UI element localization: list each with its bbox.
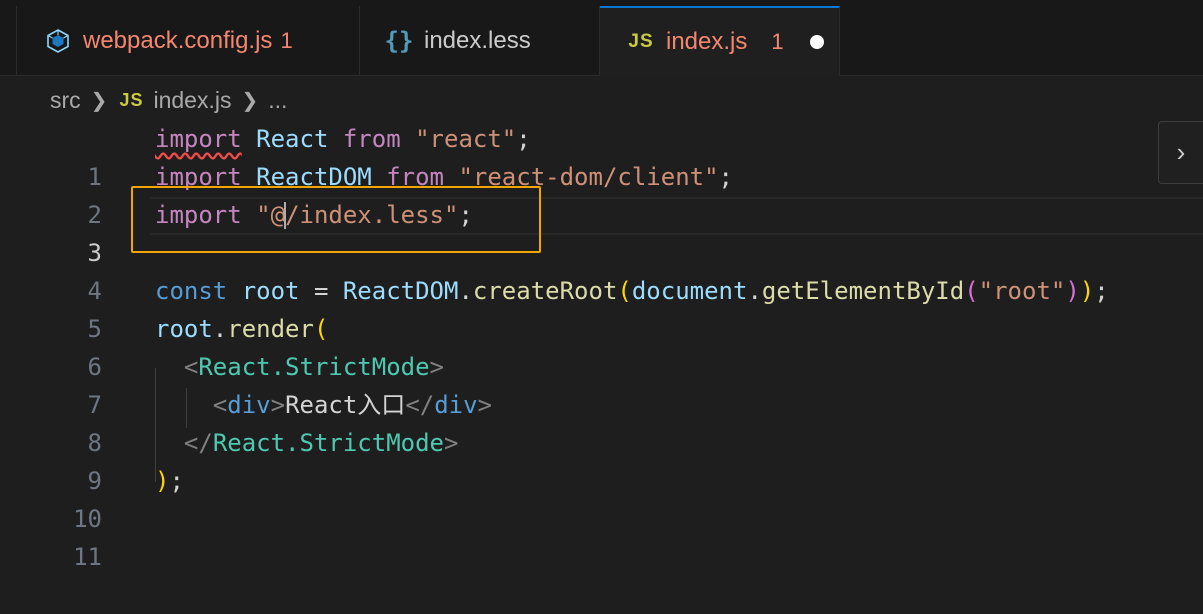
function-name: createRoot — [472, 277, 618, 305]
tab-label: index.less — [424, 26, 531, 54]
keyword: const — [155, 277, 228, 305]
chevron-right-icon[interactable]: › — [1158, 121, 1203, 184]
editor-tab-bar: webpack.config.js 1 {} index.less JS ind… — [0, 0, 1203, 76]
punctuation: ; — [169, 467, 184, 495]
line-number: 11 — [73, 543, 102, 571]
breadcrumb-symbols[interactable]: ... — [268, 87, 287, 114]
punctuation: . — [458, 277, 473, 305]
function-name: getElementById — [761, 277, 965, 305]
keyword: from — [342, 125, 401, 153]
breadcrumb-file[interactable]: index.js — [153, 87, 231, 114]
jsx-bracket: </ — [405, 391, 435, 419]
less-file-icon: {} — [384, 26, 414, 55]
tab-index-js[interactable]: JS index.js 1 — [600, 6, 840, 76]
jsx-bracket: > — [477, 391, 493, 419]
unsaved-dot-icon[interactable] — [809, 35, 824, 49]
jsx-bracket: < — [183, 353, 199, 381]
js-file-icon: JS — [119, 89, 144, 110]
bracket: ( — [313, 315, 329, 343]
jsx-component: React.StrictMode — [198, 353, 430, 381]
code-line[interactable]: 9 </React.StrictMode> — [0, 424, 1203, 495]
keyword: import — [155, 125, 242, 153]
code-line[interactable]: 1 import React from "react"; — [0, 120, 1203, 191]
code-line[interactable]: 5 const root = ReactDOM.createRoot(docum… — [0, 272, 1203, 343]
jsx-tag: div — [434, 391, 478, 419]
chevron-right-icon: ❯ — [90, 89, 108, 112]
tab-index-less[interactable]: {} index.less — [360, 6, 600, 75]
punctuation: . — [747, 277, 762, 305]
chevron-right-icon: ❯ — [241, 89, 259, 112]
identifier: React — [256, 125, 329, 153]
identifier: ReactDOM — [342, 277, 459, 305]
operator: = — [299, 277, 343, 305]
tab-label: index.js — [666, 28, 748, 55]
tab-webpack-config[interactable]: webpack.config.js 1 — [16, 6, 360, 75]
jsx-bracket: > — [429, 353, 444, 381]
breadcrumb-folder[interactable]: src — [50, 87, 81, 114]
identifier: root — [155, 315, 213, 343]
jsx-text: React入口 — [285, 391, 406, 419]
identifier: root — [241, 277, 300, 305]
jsx-bracket: > — [444, 429, 459, 457]
problem-count-badge: 1 — [280, 27, 293, 53]
jsx-tag: div — [227, 391, 271, 419]
bracket: ) — [155, 467, 170, 495]
breadcrumb: src ❯ JS index.js ❯ ... — [50, 83, 287, 117]
jsx-bracket: < — [212, 391, 228, 419]
code-line[interactable]: 6 root.render( — [0, 310, 1203, 381]
bracket: ( — [617, 277, 632, 305]
punctuation: ; — [1094, 277, 1109, 305]
punctuation: . — [212, 315, 228, 343]
webpack-icon — [47, 28, 69, 54]
js-file-icon: JS — [628, 31, 654, 52]
bracket: ) — [1079, 277, 1095, 305]
punctuation: ; — [516, 125, 531, 153]
code-editor[interactable]: 1 import React from "react"; 2 import Re… — [0, 120, 1203, 571]
function-name: render — [227, 315, 314, 343]
string: "react" — [415, 125, 517, 153]
punctuation: ; — [718, 163, 733, 191]
string: "root" — [978, 277, 1066, 305]
tab-label: webpack.config.js — [83, 26, 273, 54]
problem-count-badge: 1 — [771, 29, 784, 54]
jsx-bracket: </ — [183, 429, 213, 457]
annotation-highlight-box — [131, 186, 541, 253]
code-line[interactable]: 7 <React.StrictMode> — [0, 348, 1203, 419]
jsx-bracket: > — [270, 391, 286, 419]
code-line[interactable]: 10 ); — [0, 462, 1203, 533]
code-line[interactable]: 8 <div>React入口</div> — [0, 386, 1203, 457]
bracket: ( — [964, 277, 979, 305]
code-line[interactable]: 11 — [0, 500, 1203, 571]
jsx-component: React.StrictMode — [212, 429, 444, 457]
bracket: ) — [1065, 277, 1080, 305]
identifier: document — [631, 277, 748, 305]
